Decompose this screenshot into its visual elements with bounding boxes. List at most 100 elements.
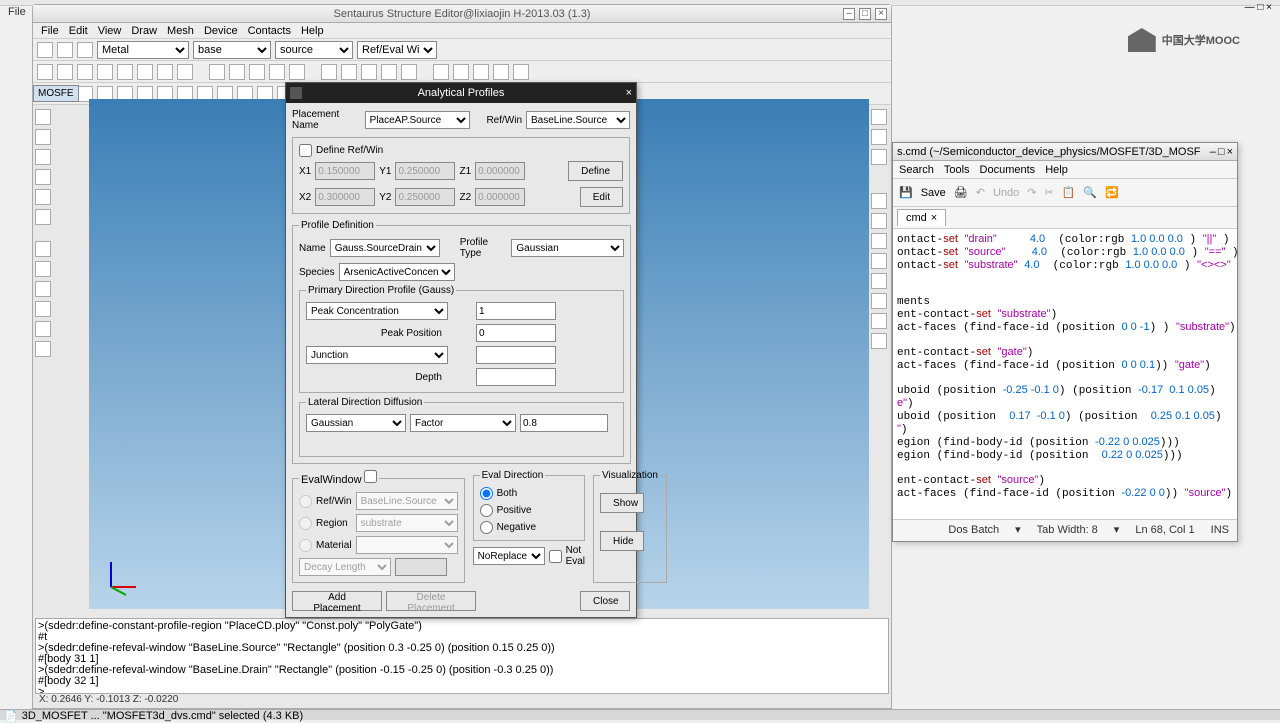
junction-field[interactable] — [476, 346, 556, 364]
taskbar[interactable]: 📄3D_MOSFET ... "MOSFET3d_dvs.cmd" select… — [0, 709, 1280, 720]
zoom-icon[interactable] — [35, 241, 51, 257]
analytical-profiles-dialog: Analytical Profiles × Placement Name Pla… — [285, 82, 637, 618]
placement-name-select[interactable]: PlaceAP.Source — [365, 111, 471, 129]
ed-both-radio[interactable] — [480, 487, 493, 500]
open-icon[interactable] — [57, 42, 73, 58]
show-button[interactable]: Show — [600, 493, 644, 513]
editor-maximize-icon[interactable]: □ — [1218, 146, 1225, 158]
new-icon[interactable] — [37, 42, 53, 58]
ed-positive-radio[interactable] — [480, 504, 493, 517]
undo-icon: ↶ — [976, 186, 985, 199]
print-icon[interactable]: 🖨 — [954, 186, 968, 199]
ew-refwin-select: BaseLine.Source — [356, 492, 458, 510]
lateral-factor-select[interactable]: Factor — [410, 414, 516, 432]
maximize-button[interactable]: □ — [859, 8, 871, 20]
paste-icon[interactable]: 📋 — [1062, 186, 1076, 199]
refwin-coords-group: Define Ref/Win X1 Y1 Z1 Define X2 Y2 Z2 … — [292, 137, 630, 214]
define-button[interactable]: Define — [568, 161, 623, 181]
dialog-close-icon[interactable]: × — [626, 87, 632, 99]
editor-close-icon[interactable]: × — [1227, 146, 1233, 158]
profile-definition-group: Profile Definition Name Gauss.SourceDrai… — [292, 220, 631, 464]
arrow-icon[interactable] — [35, 109, 51, 125]
refwin-select[interactable]: BaseLine.Source — [526, 111, 630, 129]
species-select[interactable]: ArsenicActiveConcentration — [339, 263, 455, 281]
ew-material-select — [356, 536, 458, 554]
hide-button[interactable]: Hide — [600, 531, 644, 551]
ew-refwin-radio — [299, 495, 312, 508]
lateral-value-field[interactable] — [520, 414, 608, 432]
close-button[interactable]: × — [875, 8, 887, 20]
primary-direction-group: Primary Direction Profile (Gauss) Peak C… — [299, 285, 624, 393]
cut-icon: ✂ — [1044, 186, 1053, 199]
material-dropdown[interactable]: Metal — [97, 41, 189, 59]
base-dropdown[interactable]: base — [193, 41, 271, 59]
dialog-titlebar: Analytical Profiles × — [286, 83, 636, 103]
mooc-icon — [1128, 28, 1156, 52]
eval-window-group: EvalWindow Ref/WinBaseLine.Source Region… — [292, 470, 465, 583]
profile-name-select[interactable]: Gauss.SourceDrain — [330, 239, 440, 257]
ew-material-radio — [299, 539, 312, 552]
editor-content[interactable]: ontact-set "drain" 4.0 (color:rgb 1.0 0.… — [893, 229, 1237, 519]
lateral-type-select[interactable]: Gaussian — [306, 414, 406, 432]
os-window-controls[interactable]: — □ × — [1245, 2, 1272, 13]
eval-window-checkbox[interactable] — [364, 470, 377, 483]
mosfet-tag: MOSFE — [33, 85, 79, 102]
close-dialog-button[interactable]: Close — [580, 591, 630, 611]
editor-menubar[interactable]: SearchToolsDocumentsHelp — [893, 161, 1237, 179]
editor-minimize-icon[interactable]: – — [1210, 146, 1216, 158]
left-toolbar[interactable] — [33, 105, 55, 361]
editor-tabs[interactable]: cmd× — [893, 207, 1237, 229]
source-dropdown[interactable]: source — [275, 41, 353, 59]
select-icon[interactable] — [37, 64, 53, 80]
save-icon[interactable] — [77, 42, 93, 58]
peak-conc-field[interactable] — [476, 302, 556, 320]
menubar[interactable]: FileEditViewDrawMeshDeviceContactsHelp — [33, 23, 891, 39]
peak-pos-field[interactable] — [476, 324, 556, 342]
tab-close-icon[interactable]: × — [931, 212, 937, 224]
profile-type-select[interactable]: Gaussian — [511, 239, 624, 257]
toolbar-1[interactable]: Metal base source Ref/Eval Window — [33, 39, 891, 61]
delete-placement-button: Delete Placement — [386, 591, 476, 611]
save-icon[interactable]: 💾 — [899, 186, 913, 199]
eval-direction-group: Eval Direction Both Positive Negative — [473, 470, 585, 541]
mooc-watermark: 中国大学MOOC — [1128, 28, 1240, 52]
decay-length-select: Decay Length — [299, 558, 391, 576]
ew-region-select: substrate — [356, 514, 458, 532]
main-titlebar: Sentaurus Structure Editor@lixiaojin H-2… — [33, 5, 891, 23]
log-area[interactable]: >(sdedr:define-constant-profile-region "… — [35, 618, 889, 694]
editor-toolbar[interactable]: 💾Save 🖨 ↶Undo ↷ ✂ 📋 🔍 🔁 — [893, 179, 1237, 207]
edit-button[interactable]: Edit — [580, 187, 623, 207]
dialog-icon — [290, 87, 302, 99]
visualization-group: Visualization Show Hide — [593, 470, 667, 583]
noreplace-select[interactable]: NoReplace — [473, 547, 545, 565]
right-toolbar[interactable] — [869, 105, 891, 353]
redo-icon: ↷ — [1027, 186, 1036, 199]
save-label[interactable]: Save — [921, 187, 946, 199]
not-eval-checkbox[interactable] — [549, 550, 562, 563]
junction-select[interactable]: Junction — [306, 346, 448, 364]
y1-field — [395, 162, 455, 180]
ed-negative-radio[interactable] — [480, 521, 493, 534]
peak-conc-select[interactable]: Peak Concentration — [306, 302, 448, 320]
status-bar: X: 0.2646 Y: -0.1013 Z: -0.0220 — [35, 694, 889, 708]
editor-titlebar: s.cmd (~/Semiconductor_device_physics/MO… — [893, 143, 1237, 161]
toolbar-2[interactable] — [33, 61, 891, 83]
minimize-button[interactable]: – — [843, 8, 855, 20]
refeval-dropdown[interactable]: Ref/Eval Window — [357, 41, 437, 59]
x2-field — [315, 188, 375, 206]
add-placement-button[interactable]: Add Placement — [292, 591, 382, 611]
editor-tab-cmd[interactable]: cmd× — [897, 209, 946, 226]
replace-icon[interactable]: 🔁 — [1105, 186, 1119, 199]
x1-field — [315, 162, 375, 180]
text-editor-window: s.cmd (~/Semiconductor_device_physics/MO… — [892, 142, 1238, 542]
ew-region-radio — [299, 517, 312, 530]
axis-widget — [101, 557, 141, 597]
find-icon[interactable]: 🔍 — [1083, 186, 1097, 199]
main-title: Sentaurus Structure Editor@lixiaojin H-2… — [334, 8, 591, 20]
editor-statusbar: Dos Batch▾ Tab Width: 8▾ Ln 68, Col 1 IN… — [893, 519, 1237, 539]
depth-field[interactable] — [476, 368, 556, 386]
define-refwin-checkbox[interactable] — [299, 144, 312, 157]
z1-field — [475, 162, 525, 180]
z2-field — [475, 188, 525, 206]
lateral-diffusion-group: Lateral Direction Diffusion Gaussian Fac… — [299, 397, 624, 457]
